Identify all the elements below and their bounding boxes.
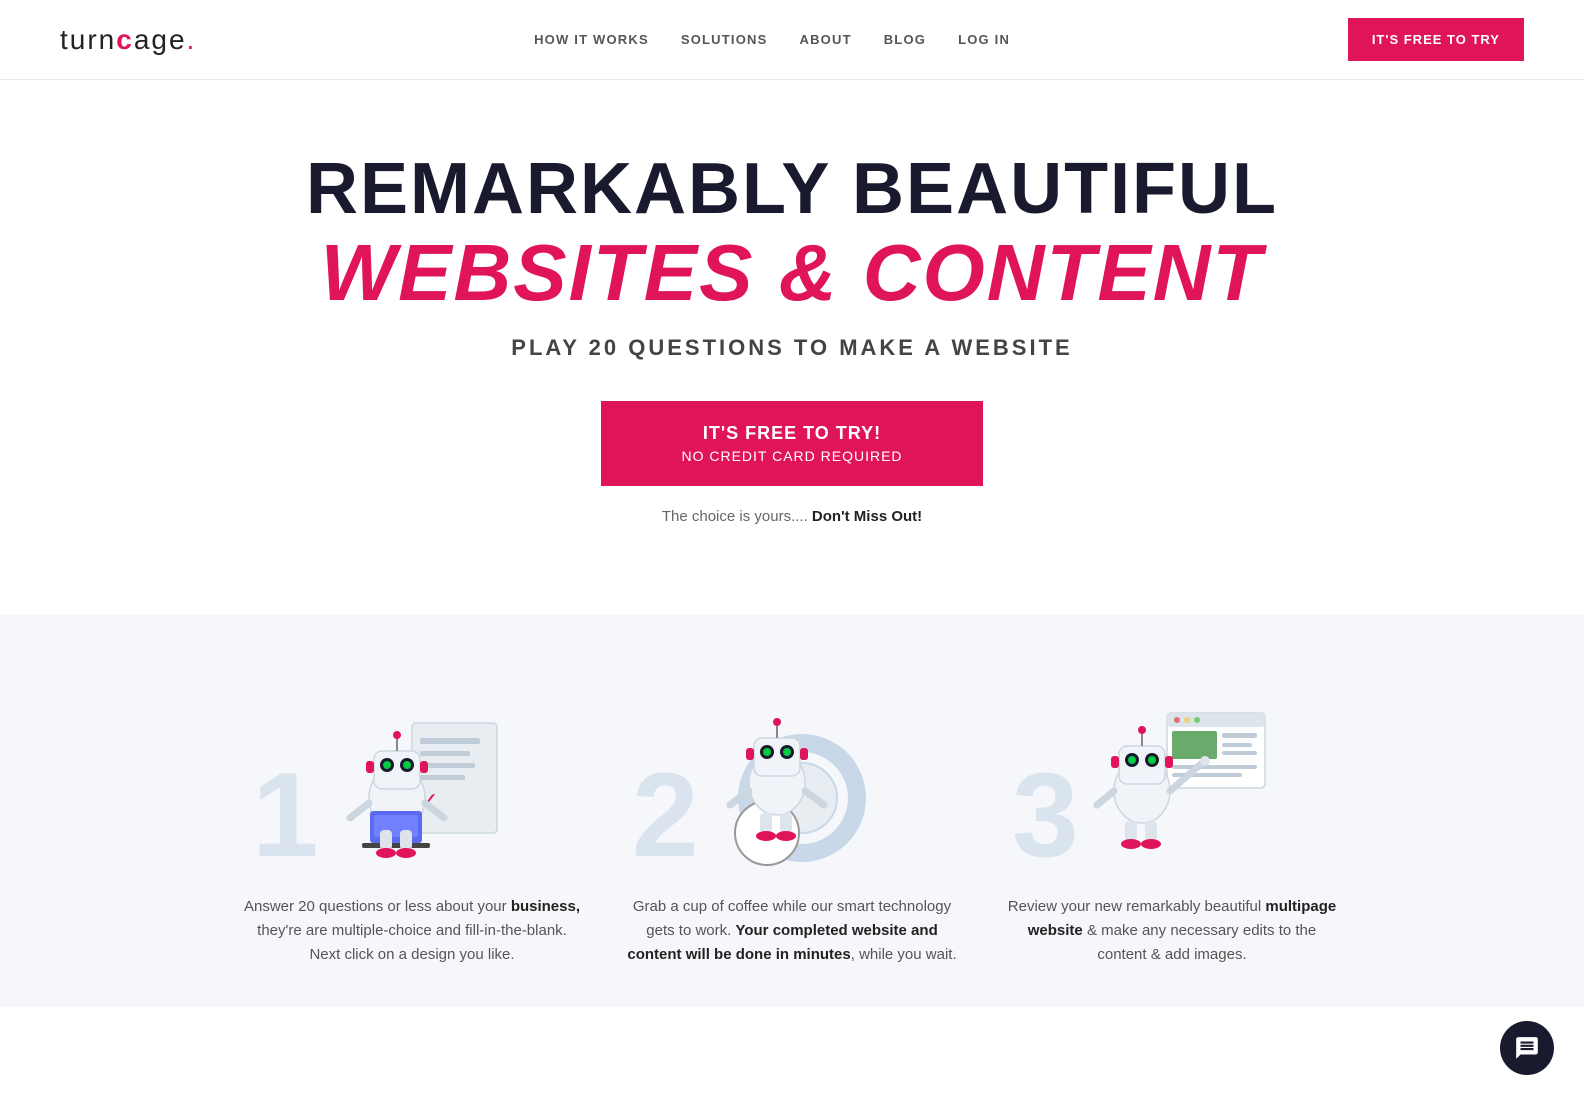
nav-solutions[interactable]: SOLUTIONS xyxy=(681,32,768,47)
step-2: 2 12 xyxy=(622,675,962,967)
nav-blog[interactable]: BLOG xyxy=(884,32,926,47)
robot-1-icon: ✓ xyxy=(322,683,502,868)
step-3-illustration: 3 xyxy=(1002,675,1342,875)
step-2-text: Grab a cup of coffee while our smart tec… xyxy=(622,895,962,967)
hero-cta-line2: NO CREDIT CARD REQUIRED xyxy=(681,448,902,464)
nav-links: HOW IT WORKS SOLUTIONS ABOUT BLOG LOG IN xyxy=(534,31,1010,49)
logo-turn: turn xyxy=(60,24,116,55)
logo[interactable]: turncage. xyxy=(60,24,196,56)
chat-icon xyxy=(1514,1035,1540,1061)
logo-age: age xyxy=(134,24,187,55)
robot-3-icon xyxy=(1072,683,1272,868)
robot-2-icon: 12 xyxy=(692,683,892,868)
nav-how-it-works[interactable]: HOW IT WORKS xyxy=(534,32,649,47)
nav-about[interactable]: ABOUT xyxy=(800,32,852,47)
step-2-number: 2 xyxy=(632,755,699,875)
step-3-text: Review your new remarkably beautiful mul… xyxy=(1002,895,1342,967)
nav-login[interactable]: LOG IN xyxy=(958,32,1010,47)
hero-subtext-before: The choice is yours.... xyxy=(662,508,808,525)
step-3-number: 3 xyxy=(1012,755,1079,875)
step-1-illustration: 1 ✓ xyxy=(242,675,582,875)
hero-subtext: The choice is yours.... Don't Miss Out! xyxy=(20,508,1564,525)
step-1-text: Answer 20 questions or less about your b… xyxy=(242,895,582,967)
logo-dot: . xyxy=(187,24,197,55)
navbar: turncage. HOW IT WORKS SOLUTIONS ABOUT B… xyxy=(0,0,1584,80)
steps-section: 1 ✓ xyxy=(0,615,1584,1007)
step-3: 3 xyxy=(1002,675,1342,967)
logo-c: c xyxy=(116,24,134,55)
step-2-illustration: 2 12 xyxy=(622,675,962,875)
hero-cta-button[interactable]: IT'S FREE TO TRY! NO CREDIT CARD REQUIRE… xyxy=(601,401,982,486)
hero-section: REMARKABLY BEAUTIFUL WEBSITES & CONTENT … xyxy=(0,80,1584,555)
step-1-number: 1 xyxy=(252,755,319,875)
nav-cta-button[interactable]: IT'S FREE TO TRY xyxy=(1348,18,1524,61)
hero-title-line1: REMARKABLY BEAUTIFUL xyxy=(20,150,1564,229)
step-1: 1 ✓ xyxy=(242,675,582,967)
chat-bubble-button[interactable] xyxy=(1500,1021,1554,1075)
hero-subtext-bold: Don't Miss Out! xyxy=(812,508,922,525)
hero-title-line2: WEBSITES & CONTENT xyxy=(20,229,1564,317)
hero-subtitle: PLAY 20 QUESTIONS TO MAKE A WEBSITE xyxy=(20,335,1564,361)
hero-cta-line1: IT'S FREE TO TRY! xyxy=(681,423,902,444)
